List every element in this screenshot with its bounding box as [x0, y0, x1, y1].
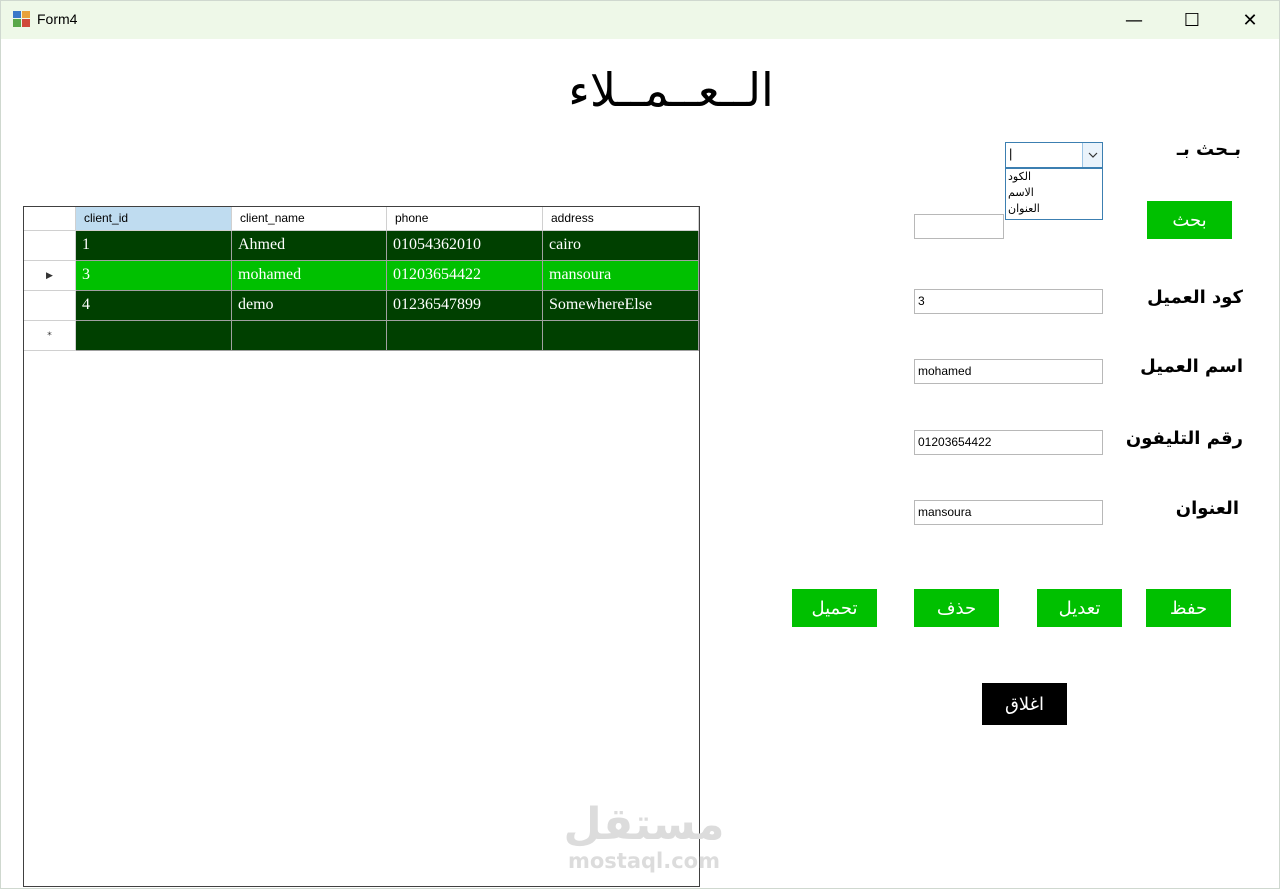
watermark: مستقل mostaql.com [559, 799, 729, 874]
clients-data-grid[interactable]: client_id client_name phone address 1 Ah… [23, 206, 700, 887]
row-header[interactable] [24, 291, 76, 321]
cell-client-name[interactable] [232, 321, 387, 351]
row-header[interactable]: ▶ [24, 261, 76, 291]
cell-client-name[interactable]: demo [232, 291, 387, 321]
column-header-client-name[interactable]: client_name [232, 207, 387, 231]
chevron-down-icon[interactable] [1082, 143, 1102, 167]
search-input[interactable] [914, 214, 1004, 239]
cell-phone[interactable] [387, 321, 543, 351]
new-row-asterisk-icon: * [47, 330, 52, 341]
client-code-label: كود العميل [1147, 287, 1243, 308]
grid-header-row: client_id client_name phone address [24, 207, 699, 231]
watermark-arabic: مستقل [563, 799, 725, 850]
phone-input[interactable]: 01203654422 [914, 430, 1103, 455]
client-name-input[interactable]: mohamed [914, 359, 1103, 384]
row-header[interactable] [24, 231, 76, 261]
cell-client-name[interactable]: Ahmed [232, 231, 387, 261]
phone-label: رقم التليفون [1125, 428, 1243, 449]
address-label: العنوان [1175, 498, 1239, 519]
table-row[interactable]: 4 demo 01236547899 SomewhereElse [24, 291, 699, 321]
cell-address[interactable]: cairo [543, 231, 699, 261]
column-header-phone[interactable]: phone [387, 207, 543, 231]
app-form-icon [13, 11, 30, 27]
cell-client-id[interactable]: 1 [76, 231, 232, 261]
load-button[interactable]: تحميل [792, 589, 877, 627]
search-by-select-value: | [1009, 146, 1013, 161]
cell-phone[interactable]: 01236547899 [387, 291, 543, 321]
row-header[interactable]: * [24, 321, 76, 351]
search-button[interactable]: بحث [1147, 201, 1232, 239]
column-header-client-id[interactable]: client_id [76, 207, 232, 231]
cell-phone[interactable]: 01054362010 [387, 231, 543, 261]
cell-client-id[interactable] [76, 321, 232, 351]
search-by-label: بـحث بـ [1176, 139, 1241, 160]
column-header-address[interactable]: address [543, 207, 699, 231]
cell-address[interactable]: mansoura [543, 261, 699, 291]
close-window-button[interactable]: ✕ [1221, 1, 1279, 39]
search-option-address[interactable]: العنوان [1006, 201, 1102, 217]
minimize-icon: — [1125, 9, 1143, 31]
cell-phone[interactable]: 01203654422 [387, 261, 543, 291]
watermark-latin: mostaql.com [568, 849, 720, 873]
save-button[interactable]: حفظ [1146, 589, 1231, 627]
window-title: Form4 [37, 11, 78, 27]
cell-client-id[interactable]: 4 [76, 291, 232, 321]
address-input[interactable]: mansoura [914, 500, 1103, 525]
cell-client-name[interactable]: mohamed [232, 261, 387, 291]
table-row-new[interactable]: * [24, 321, 699, 351]
cell-address[interactable] [543, 321, 699, 351]
edit-button[interactable]: تعديل [1037, 589, 1122, 627]
delete-button[interactable]: حذف [914, 589, 999, 627]
search-option-code[interactable]: الكود [1006, 169, 1102, 185]
client-code-input[interactable]: 3 [914, 289, 1103, 314]
client-name-label: اسم العميل [1140, 356, 1243, 377]
close-icon: ✕ [1242, 9, 1258, 31]
page-title: الــعــمــلاء [568, 63, 774, 117]
minimize-button[interactable]: — [1105, 1, 1163, 39]
maximize-button[interactable]: ☐ [1163, 1, 1221, 39]
grid-corner-cell[interactable] [24, 207, 76, 231]
form4-window: Form4 — ☐ ✕ الــعــمــلاء بـحث بـ | الكو… [0, 0, 1280, 889]
maximize-icon: ☐ [1183, 9, 1201, 31]
current-row-arrow-icon: ▶ [46, 270, 53, 281]
table-row[interactable]: 1 Ahmed 01054362010 cairo [24, 231, 699, 261]
cell-address[interactable]: SomewhereElse [543, 291, 699, 321]
table-row-selected[interactable]: ▶ 3 mohamed 01203654422 mansoura [24, 261, 699, 291]
cell-client-id[interactable]: 3 [76, 261, 232, 291]
search-by-options-list: الكود الاسم العنوان [1005, 168, 1103, 220]
search-by-select[interactable]: | [1005, 142, 1103, 168]
close-button[interactable]: اغلاق [982, 683, 1067, 725]
search-option-name[interactable]: الاسم [1006, 185, 1102, 201]
title-bar[interactable]: Form4 — ☐ ✕ [1, 1, 1279, 39]
